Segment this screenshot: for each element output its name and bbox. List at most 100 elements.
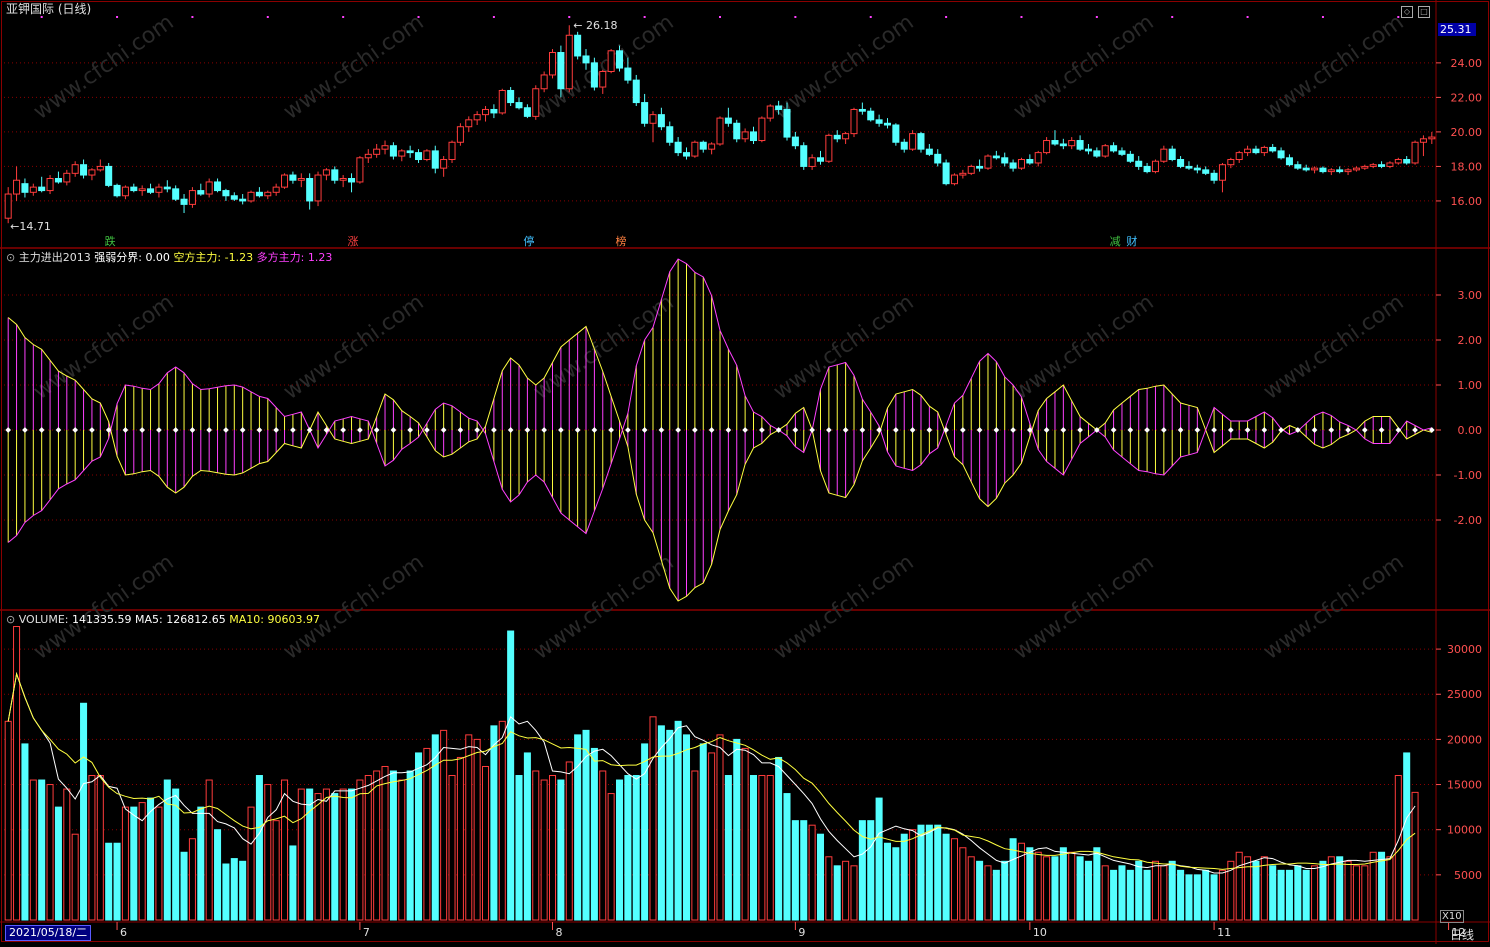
baseline-marker	[625, 427, 631, 433]
candle-down	[21, 183, 29, 193]
candle-down	[1302, 167, 1310, 171]
volume-bar-up	[1160, 865, 1168, 921]
candle-up	[498, 89, 506, 114]
volume-bar-down	[1193, 874, 1201, 921]
volume-bar-up	[1068, 851, 1076, 921]
volume-bar-up	[540, 779, 548, 921]
candle-up	[272, 186, 280, 193]
volume-bar-up	[708, 752, 716, 921]
kline-chart-window[interactable]: www.cfchi.com www.cfchi.com www.cfchi.com w…	[0, 0, 1490, 944]
candle-down	[348, 178, 356, 183]
candle-up	[741, 131, 749, 140]
signal-dot	[643, 16, 646, 18]
volume-bar-down	[1185, 874, 1193, 921]
volume-bar-down	[1202, 869, 1210, 921]
baseline-marker	[273, 427, 279, 433]
candle-down	[1110, 145, 1118, 152]
baseline-marker	[306, 427, 313, 433]
baseline-marker	[759, 427, 765, 433]
signal-dot	[1246, 16, 1249, 18]
candle-down	[1026, 159, 1034, 164]
candle-up	[121, 186, 129, 197]
volume-bar-down	[172, 788, 180, 921]
candle-up	[63, 172, 71, 183]
signal-dot	[492, 16, 495, 18]
volume-bar-up	[482, 765, 490, 921]
signal-dot	[568, 16, 571, 18]
baseline-marker	[960, 427, 966, 433]
volume-bar-down	[389, 770, 397, 921]
candle-up	[155, 186, 163, 193]
candle-down	[883, 122, 892, 126]
baseline-marker	[1161, 427, 1167, 433]
volume-bar-down	[54, 806, 62, 921]
volume-bar-up	[13, 626, 21, 921]
volume-bar-down	[1378, 851, 1386, 921]
volume-bar-down	[105, 842, 113, 921]
indicator-axis-label: 2.00	[1458, 334, 1483, 347]
diamond-toggle-icon[interactable]: ◇	[1401, 6, 1413, 18]
volume-bar-down	[406, 770, 414, 921]
volume-bar-down	[699, 743, 707, 921]
candle-down	[992, 155, 1000, 159]
volume-axis-label: 20000	[1447, 733, 1482, 746]
baseline-marker	[708, 427, 715, 433]
candle-down	[858, 108, 866, 112]
candle-up	[599, 71, 607, 88]
chart-canvas[interactable]: www.cfchi.com www.cfchi.com www.cfchi.com w…	[0, 0, 1490, 944]
candle-up	[473, 114, 481, 121]
volume-bar-down	[331, 793, 339, 921]
volume-bar-up	[356, 779, 364, 921]
candle-down	[105, 165, 113, 186]
watermark: www.cfchi.com	[1009, 290, 1158, 405]
volume-bar-up	[29, 779, 37, 921]
volume-bar-down	[523, 752, 531, 921]
baseline-marker	[859, 427, 866, 433]
candle-up	[4, 193, 12, 219]
signal-dot	[1020, 16, 1023, 18]
period-label[interactable]: 日线	[1450, 926, 1474, 943]
collapse-chevron-icon[interactable]: ⊙	[6, 251, 15, 264]
signal-dot	[191, 16, 194, 18]
volume-bar-up	[649, 716, 657, 921]
baseline-marker	[809, 427, 815, 433]
baseline-marker	[1378, 427, 1385, 433]
volume-axis-label: 10000	[1447, 824, 1482, 837]
volume-bar-up	[423, 747, 431, 921]
collapse-chevron-icon[interactable]: ⊙	[6, 613, 15, 626]
baseline-marker	[390, 427, 397, 433]
volume-bar-up	[959, 847, 967, 921]
price-axis-label: 24.00	[1451, 57, 1483, 70]
volume-bar-down	[1084, 860, 1092, 921]
baseline-marker	[440, 427, 447, 433]
indicator-field-label: 强弱分界:	[94, 251, 142, 264]
candle-up	[1419, 138, 1427, 143]
indicator-field-value: -1.23	[224, 251, 254, 264]
volume-header[interactable]: ⊙ VOLUME: 141335.59 MA5: 126812.65 MA10:…	[6, 613, 320, 626]
scale-tag[interactable]: X10	[1440, 910, 1464, 923]
volume-bar-down	[632, 775, 640, 921]
candle-down	[1135, 160, 1143, 167]
baseline-marker	[909, 427, 916, 433]
volume-bar-down	[431, 734, 439, 921]
baseline-marker	[38, 427, 45, 433]
candle-up	[967, 165, 975, 174]
candle-down	[331, 169, 339, 181]
baseline-marker	[139, 427, 146, 433]
volume-bar-down	[1051, 856, 1059, 921]
volume-bar-up	[758, 775, 766, 921]
candle-up	[381, 145, 389, 150]
candle-up	[423, 150, 431, 161]
candle-down	[1319, 167, 1327, 173]
volume-bar-up	[314, 793, 322, 921]
baseline-marker	[1412, 427, 1418, 433]
watermark: www.cfchi.com	[279, 10, 428, 125]
baseline-marker	[491, 427, 497, 433]
window-restore-icon[interactable]: □	[1418, 6, 1430, 18]
volume-bar-up	[741, 747, 749, 921]
volume-axis-label: 25000	[1447, 688, 1482, 701]
indicator-header[interactable]: ⊙ 主力进出2013 强弱分界: 0.00 空方主力: -1.23 多方主力: …	[6, 251, 332, 264]
volume-bar-down	[415, 752, 423, 921]
volume-bar-down	[1294, 865, 1302, 921]
baseline-marker	[22, 427, 28, 433]
